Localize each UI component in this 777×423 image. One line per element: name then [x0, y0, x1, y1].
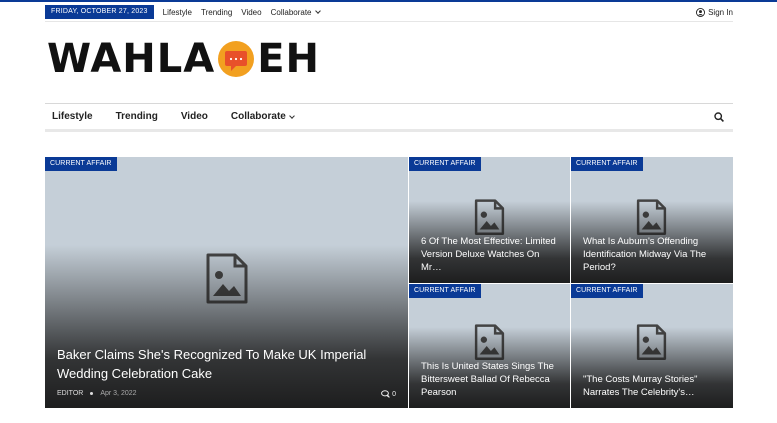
post-card[interactable]: CURRENT AFFAIR "The Costs Murray Stories…: [571, 284, 733, 408]
speech-bubble-logo-icon: [218, 41, 255, 77]
category-badge[interactable]: CURRENT AFFAIR: [571, 284, 643, 298]
sign-in-link[interactable]: Sign In: [696, 7, 733, 17]
site-logo[interactable]: WAHLA EH: [47, 36, 320, 82]
top-accent-line: [0, 0, 777, 2]
post-date: Apr 3, 2022: [100, 390, 137, 397]
top-nav-trending[interactable]: Trending: [201, 8, 232, 17]
main-nav-video[interactable]: Video: [181, 111, 208, 122]
comments-count-value: 0: [392, 390, 396, 398]
post-title[interactable]: "The Costs Murray Stories" Narrates The …: [583, 373, 721, 399]
chevron-down-icon: [314, 8, 321, 14]
top-nav-video[interactable]: Video: [241, 8, 261, 17]
post-author[interactable]: EDITOR: [57, 390, 83, 397]
comments-count[interactable]: 0: [381, 390, 396, 398]
main-nav-trending[interactable]: Trending: [116, 111, 158, 122]
top-divider: [45, 21, 733, 22]
top-bar: FRIDAY, OCTOBER 27, 2023 Lifestyle Trend…: [45, 4, 733, 20]
top-nav-collaborate[interactable]: Collaborate: [270, 7, 321, 17]
logo-text-left: WAHLA: [47, 36, 216, 82]
image-overlay: [45, 244, 408, 408]
date-badge: FRIDAY, OCTOBER 27, 2023: [45, 5, 154, 19]
main-nav-collaborate[interactable]: Collaborate: [230, 111, 295, 122]
category-badge[interactable]: CURRENT AFFAIR: [571, 157, 643, 171]
post-meta: EDITOR Apr 3, 2022: [57, 390, 137, 397]
top-nav-collaborate-label: Collaborate: [270, 7, 312, 17]
post-card[interactable]: CURRENT AFFAIR 6 Of The Most Effective: …: [409, 157, 570, 283]
main-nav-collaborate-label: Collaborate: [230, 111, 286, 122]
post-card[interactable]: CURRENT AFFAIR This Is United States Sin…: [409, 284, 570, 408]
post-title[interactable]: Baker Claims She's Recognized To Make UK…: [57, 345, 378, 383]
meta-separator: [90, 392, 94, 395]
post-title[interactable]: 6 Of The Most Effective: Limited Version…: [421, 235, 558, 274]
post-title[interactable]: This Is United States Sings The Bittersw…: [421, 360, 558, 399]
comment-icon: [381, 390, 390, 398]
user-icon: [696, 7, 706, 17]
logo-text-right: EH: [257, 36, 321, 82]
sign-in-label: Sign In: [708, 7, 733, 17]
category-badge[interactable]: CURRENT AFFAIR: [45, 157, 117, 171]
featured-post-card[interactable]: CURRENT AFFAIR Baker Claims She's Recogn…: [45, 157, 408, 408]
category-badge[interactable]: CURRENT AFFAIR: [409, 284, 481, 298]
post-card[interactable]: CURRENT AFFAIR What Is Auburn's Offendin…: [571, 157, 733, 283]
main-nav-lifestyle[interactable]: Lifestyle: [52, 111, 93, 122]
top-nav: Lifestyle Trending Video Collaborate: [163, 8, 329, 17]
top-nav-lifestyle[interactable]: Lifestyle: [163, 8, 192, 17]
post-title[interactable]: What Is Auburn's Offending Identificatio…: [583, 235, 721, 274]
category-badge[interactable]: CURRENT AFFAIR: [409, 157, 481, 171]
chevron-down-icon: [289, 112, 295, 119]
search-icon[interactable]: [714, 111, 724, 122]
main-nav: Lifestyle Trending Video Collaborate: [45, 103, 733, 132]
